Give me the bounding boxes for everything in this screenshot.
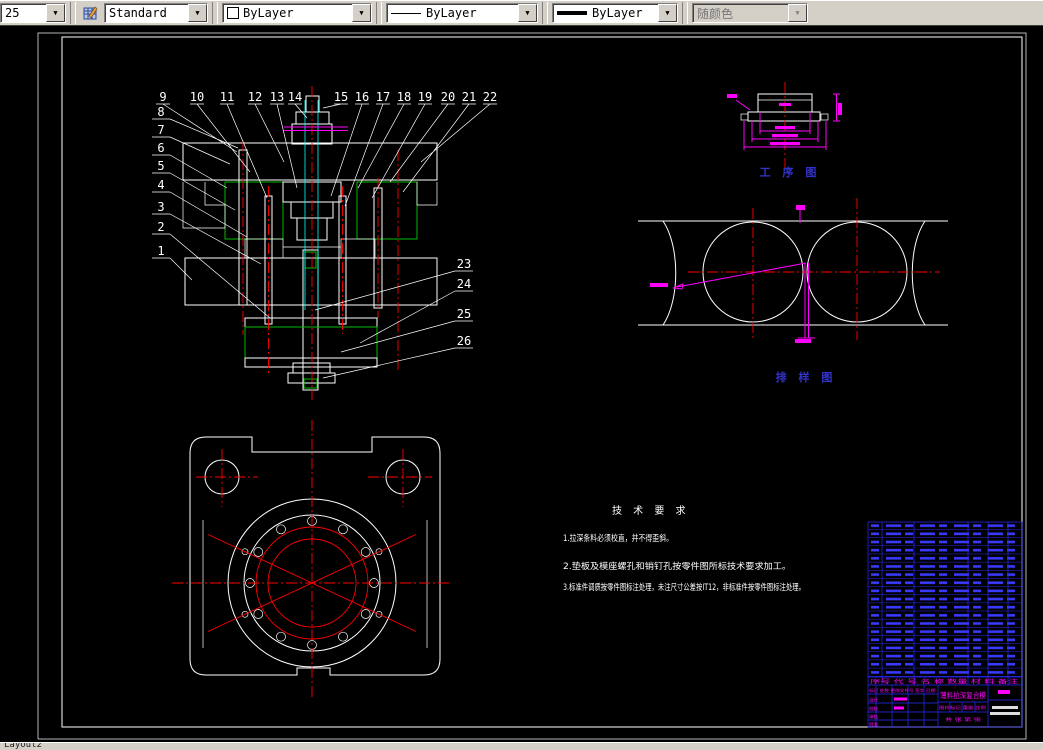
callout-7: 7 bbox=[157, 123, 164, 137]
lineweight-value: ByLayer bbox=[592, 6, 643, 20]
toolbar-separator bbox=[70, 2, 76, 24]
callout-18: 18 bbox=[397, 90, 411, 104]
tech-requirements: 技 术 要 求 1.拉深条料必须校直，并不得歪斜。 2.垫板及模座螺孔和销钉孔按… bbox=[563, 504, 805, 593]
callout-17: 17 bbox=[376, 90, 390, 104]
callout-10: 10 bbox=[190, 90, 204, 104]
tech-line-2: 2.垫板及模座螺孔和销钉孔按零件图所标技术要求加工。 bbox=[563, 561, 791, 572]
callout-2: 2 bbox=[157, 220, 164, 234]
cad-drawing: 9 10 11 12 13 14 15 16 17 18 19 20 21 22… bbox=[37, 32, 1027, 740]
revision-row: 标记 处数 更改文件号 签字 日期 bbox=[869, 688, 935, 693]
title-block: 序号 代 号 名 称 数量 材 料 备注 标记 处数 更改文件号 签字 日期 设… bbox=[867, 521, 1023, 728]
callout-20: 20 bbox=[441, 90, 455, 104]
process-view-label: 工 序 图 bbox=[760, 165, 821, 179]
chevron-down-icon[interactable]: ▼ bbox=[188, 4, 207, 22]
callout-16: 16 bbox=[355, 90, 369, 104]
callout-underlines bbox=[152, 103, 497, 349]
callout-25: 25 bbox=[457, 307, 471, 321]
callout-26: 26 bbox=[457, 334, 471, 348]
callout-21: 21 bbox=[462, 90, 476, 104]
sign-label-review: 审核 bbox=[869, 714, 878, 721]
sheet-note: 共 张 第 张 bbox=[945, 716, 982, 723]
callout-8: 8 bbox=[157, 105, 164, 119]
callout-15: 15 bbox=[334, 90, 348, 104]
drawing-title: 薄料拉深复合模 bbox=[940, 690, 986, 700]
plot-style-combo: 随颜色 ▼ bbox=[692, 3, 808, 23]
text-style-combo[interactable]: Standard ▼ bbox=[104, 3, 208, 23]
plan-view bbox=[172, 420, 452, 700]
dim-style-combo[interactable]: 25 ▼ bbox=[0, 3, 66, 23]
bom-header: 序号 代 号 名 称 数量 材 料 备注 bbox=[870, 678, 1019, 686]
sign-label-check: 校核 bbox=[869, 706, 878, 713]
chevron-down-icon[interactable]: ▼ bbox=[658, 4, 677, 22]
format-mark bbox=[998, 690, 1010, 694]
callout-23: 23 bbox=[457, 257, 471, 271]
chevron-down-icon: ▼ bbox=[788, 4, 807, 22]
lineweight-sample-icon bbox=[557, 11, 587, 15]
callout-13: 13 bbox=[270, 90, 284, 104]
tech-line-3: 3.标准件调质按零件图标注处理，未注尺寸公差按IT12，非标准件按零件图标注处理… bbox=[563, 582, 805, 593]
text-style-button[interactable] bbox=[80, 2, 102, 24]
drawing-canvas[interactable]: 9 10 11 12 13 14 15 16 17 18 19 20 21 22… bbox=[0, 26, 1043, 742]
sign-label-design: 设计 bbox=[869, 697, 878, 704]
tech-line-1: 1.拉深条料必须校直，并不得歪斜。 bbox=[563, 533, 673, 544]
linetype-value: ByLayer bbox=[426, 6, 477, 20]
strip-centerlines bbox=[688, 198, 940, 340]
color-value: ByLayer bbox=[243, 6, 294, 20]
process-view: 工 序 图 bbox=[727, 82, 842, 179]
style-table-pencil-icon bbox=[83, 6, 98, 20]
signature-mark bbox=[894, 706, 904, 710]
toolbar-separator bbox=[542, 2, 548, 24]
toolbar-separator bbox=[376, 2, 382, 24]
callout-19: 19 bbox=[418, 90, 432, 104]
callout-6: 6 bbox=[157, 141, 164, 155]
callout-4: 4 bbox=[157, 178, 164, 192]
org-text-mark bbox=[990, 712, 1020, 715]
top-toolbar: 25 ▼ Standard ▼ ByLayer ▼ ByLayer ▼ ByLa… bbox=[0, 0, 1043, 26]
linetype-sample-icon bbox=[391, 12, 421, 14]
lineweight-combo[interactable]: ByLayer ▼ bbox=[552, 3, 678, 23]
chevron-down-icon[interactable]: ▼ bbox=[46, 4, 65, 22]
scale-row: 图样标记 重量 比例 bbox=[939, 705, 986, 710]
chevron-down-icon[interactable]: ▼ bbox=[352, 4, 371, 22]
callout-3: 3 bbox=[157, 200, 164, 214]
process-dimensions bbox=[727, 93, 842, 150]
org-text-mark bbox=[992, 706, 1018, 709]
color-combo[interactable]: ByLayer ▼ bbox=[222, 3, 372, 23]
strip-dimensions bbox=[650, 205, 815, 343]
callout-14: 14 bbox=[288, 90, 302, 104]
callout-5: 5 bbox=[157, 159, 164, 173]
linetype-combo[interactable]: ByLayer ▼ bbox=[386, 3, 538, 23]
strip-layout-label: 排 样 图 bbox=[776, 370, 837, 384]
text-style-value: Standard bbox=[109, 6, 167, 20]
signature-mark bbox=[894, 697, 907, 701]
toolbar-separator bbox=[212, 2, 218, 24]
plot-style-value: 随颜色 bbox=[697, 6, 734, 21]
callout-leaders bbox=[162, 103, 491, 379]
chevron-down-icon[interactable]: ▼ bbox=[518, 4, 537, 22]
callout-24: 24 bbox=[457, 277, 471, 291]
tech-title: 技 术 要 求 bbox=[612, 504, 690, 517]
callout-9: 9 bbox=[159, 90, 166, 104]
dim-style-value: 25 bbox=[5, 6, 20, 20]
sign-label-approve: 批准 bbox=[869, 721, 878, 728]
callout-12: 12 bbox=[248, 90, 262, 104]
strip-layout-view: 排 样 图 bbox=[638, 198, 948, 384]
color-swatch-icon bbox=[227, 7, 239, 19]
assembly-section-view: 9 10 11 12 13 14 15 16 17 18 19 20 21 22… bbox=[152, 86, 497, 400]
callout-11: 11 bbox=[220, 90, 234, 104]
toolbar-separator bbox=[682, 2, 688, 24]
callout-1: 1 bbox=[157, 244, 164, 258]
callout-22: 22 bbox=[483, 90, 497, 104]
